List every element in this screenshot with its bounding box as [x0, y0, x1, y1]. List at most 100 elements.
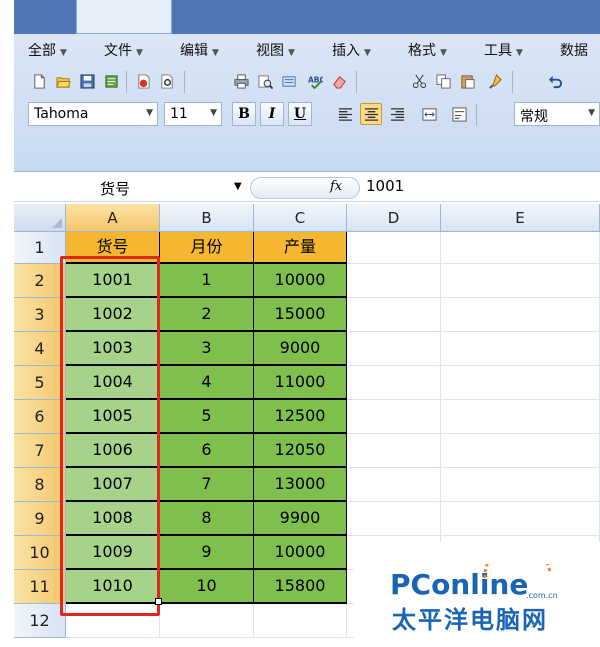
data-cell[interactable]: 7 — [160, 468, 254, 502]
data-cell[interactable]: 11000 — [254, 366, 347, 400]
paste-button[interactable] — [456, 70, 478, 92]
empty-cell[interactable] — [347, 264, 441, 298]
empty-cell[interactable] — [441, 502, 600, 536]
row-header-1[interactable]: 1 — [14, 232, 66, 264]
header-cell[interactable]: 产量 — [254, 232, 347, 264]
data-cell[interactable]: 10 — [160, 570, 254, 604]
row-header-7[interactable]: 7 — [14, 434, 66, 468]
data-cell[interactable]: 5 — [160, 400, 254, 434]
empty-cell[interactable] — [441, 434, 600, 468]
empty-cell[interactable] — [347, 298, 441, 332]
menu-edit[interactable]: 编辑 ▼ — [180, 40, 219, 62]
data-cell[interactable]: 10000 — [254, 264, 347, 298]
menu-all[interactable]: 全部 ▼ — [28, 40, 67, 62]
undo-button[interactable] — [544, 70, 566, 92]
cut-button[interactable] — [408, 70, 430, 92]
empty-cell[interactable] — [347, 502, 441, 536]
bold-button[interactable]: B — [232, 102, 256, 126]
column-header-d[interactable]: D — [347, 204, 441, 232]
empty-cell[interactable] — [347, 434, 441, 468]
menu-tools[interactable]: 工具 ▼ — [484, 40, 523, 62]
align-right-button[interactable] — [386, 103, 408, 125]
wrap-text-button[interactable] — [448, 103, 470, 125]
formula-bar-handle[interactable] — [250, 177, 360, 199]
empty-cell[interactable] — [347, 332, 441, 366]
row-header-3[interactable]: 3 — [14, 298, 66, 332]
preview-button[interactable] — [254, 70, 276, 92]
spellcheck-button[interactable]: ABC — [304, 70, 326, 92]
column-header-e[interactable]: E — [441, 204, 600, 232]
row-header-9[interactable]: 9 — [14, 502, 66, 536]
data-cell[interactable]: 8 — [160, 502, 254, 536]
row-header-11[interactable]: 11 — [14, 570, 66, 604]
empty-cell[interactable] — [441, 264, 600, 298]
copy-button[interactable] — [432, 70, 454, 92]
data-cell[interactable]: 4 — [160, 366, 254, 400]
fill-handle[interactable] — [155, 598, 162, 605]
header-cell[interactable]: 月份 — [160, 232, 254, 264]
save-button[interactable] — [76, 70, 98, 92]
data-cell[interactable]: 9000 — [254, 332, 347, 366]
row-header-6[interactable]: 6 — [14, 400, 66, 434]
data-cell[interactable]: 13000 — [254, 468, 347, 502]
empty-cell[interactable] — [160, 604, 254, 638]
tab[interactable] — [348, 0, 448, 34]
data-cell[interactable]: 12050 — [254, 434, 347, 468]
row-header-10[interactable]: 10 — [14, 536, 66, 570]
data-cell[interactable]: 6 — [160, 434, 254, 468]
empty-cell[interactable] — [347, 468, 441, 502]
column-header-b[interactable]: B — [160, 204, 254, 232]
tab[interactable] — [264, 0, 342, 34]
formula-input[interactable]: 1001 — [366, 177, 404, 195]
data-cell[interactable]: 15000 — [254, 298, 347, 332]
insert-function-button[interactable]: fx — [330, 179, 342, 194]
print-preview-button[interactable] — [156, 70, 178, 92]
menu-view[interactable]: 视图 ▼ — [256, 40, 295, 62]
column-header-a[interactable]: A — [66, 204, 160, 232]
empty-cell[interactable] — [254, 604, 347, 638]
merge-center-button[interactable] — [418, 103, 440, 125]
empty-cell[interactable] — [347, 232, 441, 264]
data-cell[interactable]: 9900 — [254, 502, 347, 536]
empty-cell[interactable] — [441, 468, 600, 502]
align-center-button[interactable] — [360, 103, 382, 125]
font-size-select[interactable]: 11 ▼ — [164, 102, 222, 126]
name-box[interactable]: 货号 ▼ — [18, 176, 256, 200]
align-left-button[interactable] — [334, 103, 356, 125]
chevron-down-icon[interactable]: ▼ — [234, 181, 242, 192]
format-painter-button[interactable] — [484, 70, 506, 92]
empty-cell[interactable] — [441, 232, 600, 264]
menu-data[interactable]: 数据 — [560, 40, 588, 62]
empty-cell[interactable] — [441, 366, 600, 400]
select-all-corner[interactable] — [14, 204, 66, 232]
tab-active[interactable] — [76, 0, 172, 34]
print-options-button[interactable] — [278, 70, 300, 92]
italic-button[interactable]: I — [260, 102, 284, 126]
underline-button[interactable]: U — [288, 102, 312, 126]
empty-cell[interactable] — [441, 400, 600, 434]
data-cell[interactable]: 1 — [160, 264, 254, 298]
clear-format-button[interactable] — [328, 70, 350, 92]
data-cell[interactable]: 10000 — [254, 536, 347, 570]
row-header-5[interactable]: 5 — [14, 366, 66, 400]
tab[interactable] — [454, 0, 524, 34]
export-pdf-button[interactable] — [132, 70, 154, 92]
new-document-button[interactable] — [28, 70, 50, 92]
row-header-4[interactable]: 4 — [14, 332, 66, 366]
row-header-8[interactable]: 8 — [14, 468, 66, 502]
data-cell[interactable]: 9 — [160, 536, 254, 570]
tab[interactable] — [530, 0, 600, 34]
row-header-2[interactable]: 2 — [14, 264, 66, 298]
data-cell[interactable]: 15800 — [254, 570, 347, 604]
row-header-12[interactable]: 12 — [14, 604, 66, 638]
font-name-select[interactable]: Tahoma ▼ — [28, 102, 158, 126]
empty-cell[interactable] — [347, 400, 441, 434]
data-cell[interactable]: 3 — [160, 332, 254, 366]
column-header-c[interactable]: C — [254, 204, 347, 232]
empty-cell[interactable] — [441, 298, 600, 332]
menu-format[interactable]: 格式 ▼ — [408, 40, 447, 62]
number-format-select[interactable]: 常规 ▼ — [514, 102, 600, 126]
tab[interactable] — [180, 0, 258, 34]
open-button[interactable] — [52, 70, 74, 92]
menu-file[interactable]: 文件 ▼ — [104, 40, 143, 62]
